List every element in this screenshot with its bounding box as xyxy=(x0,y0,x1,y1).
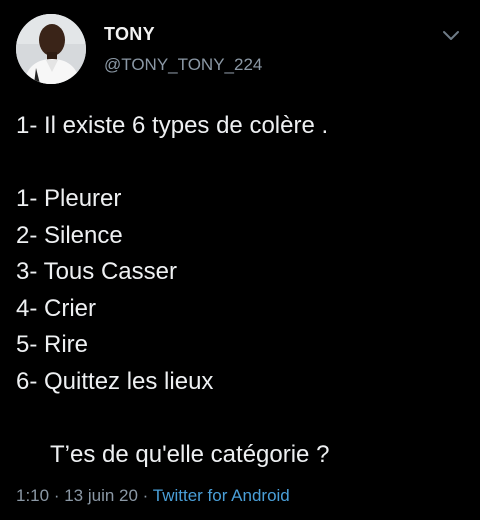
display-name[interactable]: TONY xyxy=(104,24,262,45)
tweet-line-item-2: 2- Silence xyxy=(16,221,123,249)
tweet-card: TONY @TONY_TONY_224 1- Il existe 6 types… xyxy=(0,0,480,520)
meta-separator: · xyxy=(137,486,153,505)
meta-separator: · xyxy=(49,486,65,505)
user-handle[interactable]: @TONY_TONY_224 xyxy=(104,55,262,75)
tweet-line-item-1: 1- Pleurer xyxy=(16,185,122,212)
tweet-meta: 1:10 · 13 juin 20 · Twitter for Android xyxy=(16,486,290,506)
tweet-text: 1- Il existe 6 types de colère . 1- Pleu… xyxy=(16,108,464,473)
tweet-date[interactable]: 13 juin 20 xyxy=(64,486,138,505)
user-names: TONY @TONY_TONY_224 xyxy=(104,24,262,75)
tweet-line-intro: 1- Il existe 6 types de colère . xyxy=(16,112,329,139)
avatar[interactable] xyxy=(16,14,86,84)
tweet-header: TONY @TONY_TONY_224 xyxy=(16,14,464,86)
tweet-line-item-6: 6- Quittez les lieux xyxy=(16,367,214,395)
chevron-down-icon[interactable] xyxy=(440,24,462,46)
tweet-line-item-4: 4- Crier xyxy=(16,294,97,322)
tweet-source-link[interactable]: Twitter for Android xyxy=(153,486,290,505)
tweet-time[interactable]: 1:10 xyxy=(16,486,49,505)
tweet-line-item-5: 5- Rire xyxy=(16,331,89,358)
tweet-line-question: T’es de qu'elle catégorie ? xyxy=(50,440,330,468)
avatar-photo xyxy=(16,14,86,84)
tweet-line-item-3: 3- Tous Casser xyxy=(16,258,177,285)
